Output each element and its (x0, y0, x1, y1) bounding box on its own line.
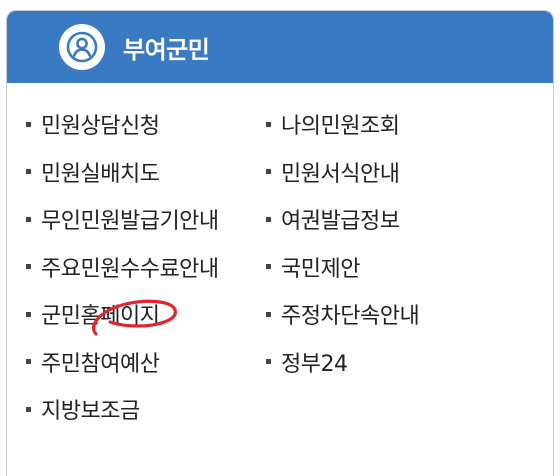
menu-item-my-complaint-lookup[interactable]: 나의민원조회 (266, 108, 526, 140)
bullet-icon (266, 359, 271, 364)
menu-item-label: 민원서식안내 (281, 161, 400, 187)
card-header: 부여군민 (7, 11, 553, 83)
menu-item-office-layout[interactable]: 민원실배치도 (26, 156, 266, 188)
menu-item-label: 여권발급정보 (281, 209, 400, 234)
menu-item-forms-guide[interactable]: 민원서식안내 (266, 156, 526, 188)
menu-item-parking-enforcement[interactable]: 주정차단속안내 (266, 298, 526, 330)
menu-item-label: 나의민원조회 (281, 114, 400, 139)
bullet-icon (266, 311, 271, 317)
menu-item-label: 민원실배치도 (41, 161, 160, 187)
menu-grid: 민원상담신청 나의민원조회 민원실배치도 민원서식안내 무인민원발급기안내 여권… (26, 108, 546, 441)
menu-item-label: 국민제안 (281, 256, 360, 282)
bullet-icon (26, 359, 31, 364)
bullet-icon (266, 169, 271, 174)
bullet-icon (266, 216, 271, 222)
menu-item-label: 지방보조금 (41, 399, 140, 424)
user-circle-icon (59, 24, 105, 70)
menu-item-kiosk-guide[interactable]: 무인민원발급기안내 (26, 203, 266, 235)
menu-item-label: 정부24 (281, 351, 348, 377)
menu-item-national-proposal[interactable]: 국민제안 (266, 251, 526, 283)
bullet-icon (26, 264, 31, 269)
bullet-icon (26, 311, 31, 317)
menu-item-label: 민원상담신청 (41, 114, 160, 139)
bullet-icon (26, 216, 31, 222)
bullet-icon (26, 406, 31, 412)
menu-item-complaint-consult[interactable]: 민원상담신청 (26, 108, 266, 140)
menu-item-label: 군민홈페이지 (41, 304, 160, 329)
menu-item-participatory-budget[interactable]: 주민참여예산 (26, 346, 266, 378)
menu-item-citizen-homepage[interactable]: 군민홈페이지 (26, 298, 266, 330)
menu-item-label: 무인민원발급기안내 (41, 209, 219, 234)
menu-item-label: 주민참여예산 (41, 351, 160, 377)
bullet-icon (266, 121, 271, 127)
menu-item-passport-info[interactable]: 여권발급정보 (266, 203, 526, 235)
bullet-icon (266, 264, 271, 269)
menu-item-fee-guide[interactable]: 주요민원수수료안내 (26, 251, 266, 283)
bullet-icon (26, 121, 31, 127)
header-title: 부여군민 (123, 35, 210, 64)
bullet-icon (26, 169, 31, 174)
menu-item-gov24[interactable]: 정부24 (266, 346, 526, 378)
menu-item-local-subsidy[interactable]: 지방보조금 (26, 393, 266, 425)
menu-item-label: 주요민원수수료안내 (41, 256, 219, 282)
menu-item-label: 주정차단속안내 (281, 304, 420, 329)
